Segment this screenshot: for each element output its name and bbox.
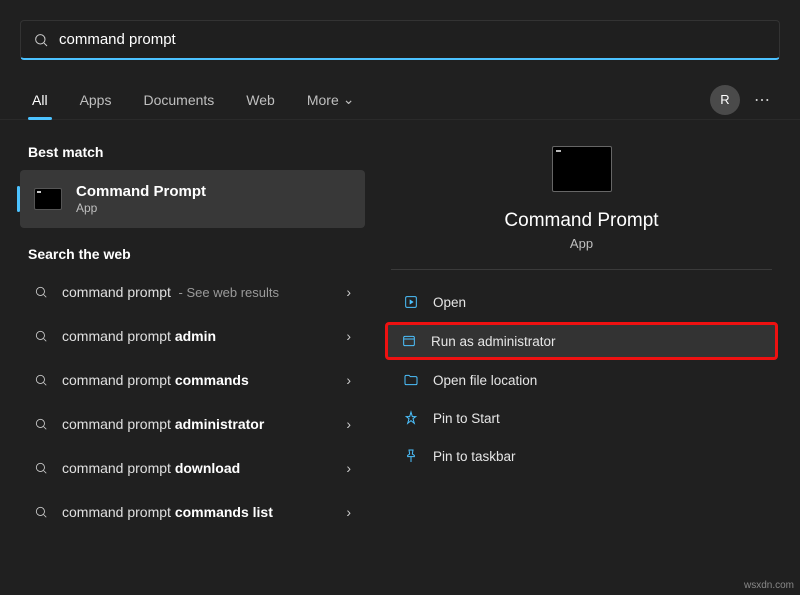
shield-icon xyxy=(401,333,417,349)
web-result-text: command prompt admin xyxy=(62,328,346,344)
app-thumbnail-icon xyxy=(552,146,612,192)
tab-apps[interactable]: Apps xyxy=(76,80,116,120)
tab-documents[interactable]: Documents xyxy=(139,80,218,120)
web-result-text: command prompt administrator xyxy=(62,416,346,432)
chevron-right-icon: › xyxy=(346,284,351,300)
pin-to-start-action[interactable]: Pin to Start xyxy=(387,400,776,436)
web-result-item[interactable]: command prompt download› xyxy=(20,448,365,488)
web-result-text: command prompt commands list xyxy=(62,504,346,520)
web-result-text: command prompt download xyxy=(62,460,346,476)
action-label: Pin to taskbar xyxy=(433,449,516,464)
open-icon xyxy=(403,294,419,310)
tab-web[interactable]: Web xyxy=(242,80,279,120)
chevron-right-icon: › xyxy=(346,416,351,432)
chevron-right-icon: › xyxy=(346,372,351,388)
tab-all[interactable]: All xyxy=(28,80,52,120)
preview-title: Command Prompt xyxy=(383,210,780,232)
chevron-right-icon: › xyxy=(346,328,351,344)
action-label: Open xyxy=(433,295,466,310)
more-options-button[interactable]: ⋯ xyxy=(754,90,772,110)
search-input[interactable] xyxy=(59,31,767,48)
open-file-location-action[interactable]: Open file location xyxy=(387,362,776,398)
action-label: Open file location xyxy=(433,373,537,388)
tab-label: More xyxy=(307,92,339,108)
web-result-item[interactable]: command prompt commands› xyxy=(20,360,365,400)
web-result-text: command prompt - See web results xyxy=(62,284,346,300)
search-icon xyxy=(33,32,49,48)
results-panel: Best match Command Prompt App Search the… xyxy=(20,120,365,536)
search-web-header: Search the web xyxy=(28,246,357,262)
tab-label: Web xyxy=(246,92,275,108)
chevron-right-icon: › xyxy=(346,504,351,520)
tab-label: Documents xyxy=(143,92,214,108)
tab-label: Apps xyxy=(80,92,112,108)
action-label: Pin to Start xyxy=(433,411,500,426)
filter-tabs: All Apps Documents Web More⌄ R ⋯ xyxy=(0,80,800,120)
run-as-admin-action[interactable]: Run as administrator xyxy=(385,322,778,360)
pin-to-taskbar-action[interactable]: Pin to taskbar xyxy=(387,438,776,474)
chevron-down-icon: ⌄ xyxy=(343,91,355,108)
web-result-text: command prompt commands xyxy=(62,372,346,388)
best-match-title: Command Prompt xyxy=(76,183,206,201)
pin-icon xyxy=(403,410,419,426)
preview-panel: Command Prompt App Open Run as administr… xyxy=(383,120,780,536)
pin-icon xyxy=(403,448,419,464)
actions-list: Open Run as administrator Open file loca… xyxy=(383,270,780,488)
watermark: wsxdn.com xyxy=(744,580,794,591)
tab-label: All xyxy=(32,92,48,108)
best-match-item[interactable]: Command Prompt App xyxy=(20,170,365,228)
web-result-item[interactable]: command prompt commands list› xyxy=(20,492,365,532)
chevron-right-icon: › xyxy=(346,460,351,476)
preview-subtitle: App xyxy=(383,236,780,251)
command-prompt-icon xyxy=(34,188,62,210)
best-match-header: Best match xyxy=(28,144,357,160)
tab-more[interactable]: More⌄ xyxy=(303,80,359,120)
best-match-subtitle: App xyxy=(76,201,206,215)
user-avatar[interactable]: R xyxy=(710,85,740,115)
search-bar[interactable] xyxy=(20,20,780,60)
action-label: Run as administrator xyxy=(431,334,556,349)
user-initial: R xyxy=(720,92,729,107)
open-action[interactable]: Open xyxy=(387,284,776,320)
web-result-item[interactable]: command prompt - See web results› xyxy=(20,272,365,312)
web-result-item[interactable]: command prompt admin› xyxy=(20,316,365,356)
web-result-item[interactable]: command prompt administrator› xyxy=(20,404,365,444)
web-results-list: command prompt - See web results›command… xyxy=(20,272,365,532)
folder-icon xyxy=(403,372,419,388)
